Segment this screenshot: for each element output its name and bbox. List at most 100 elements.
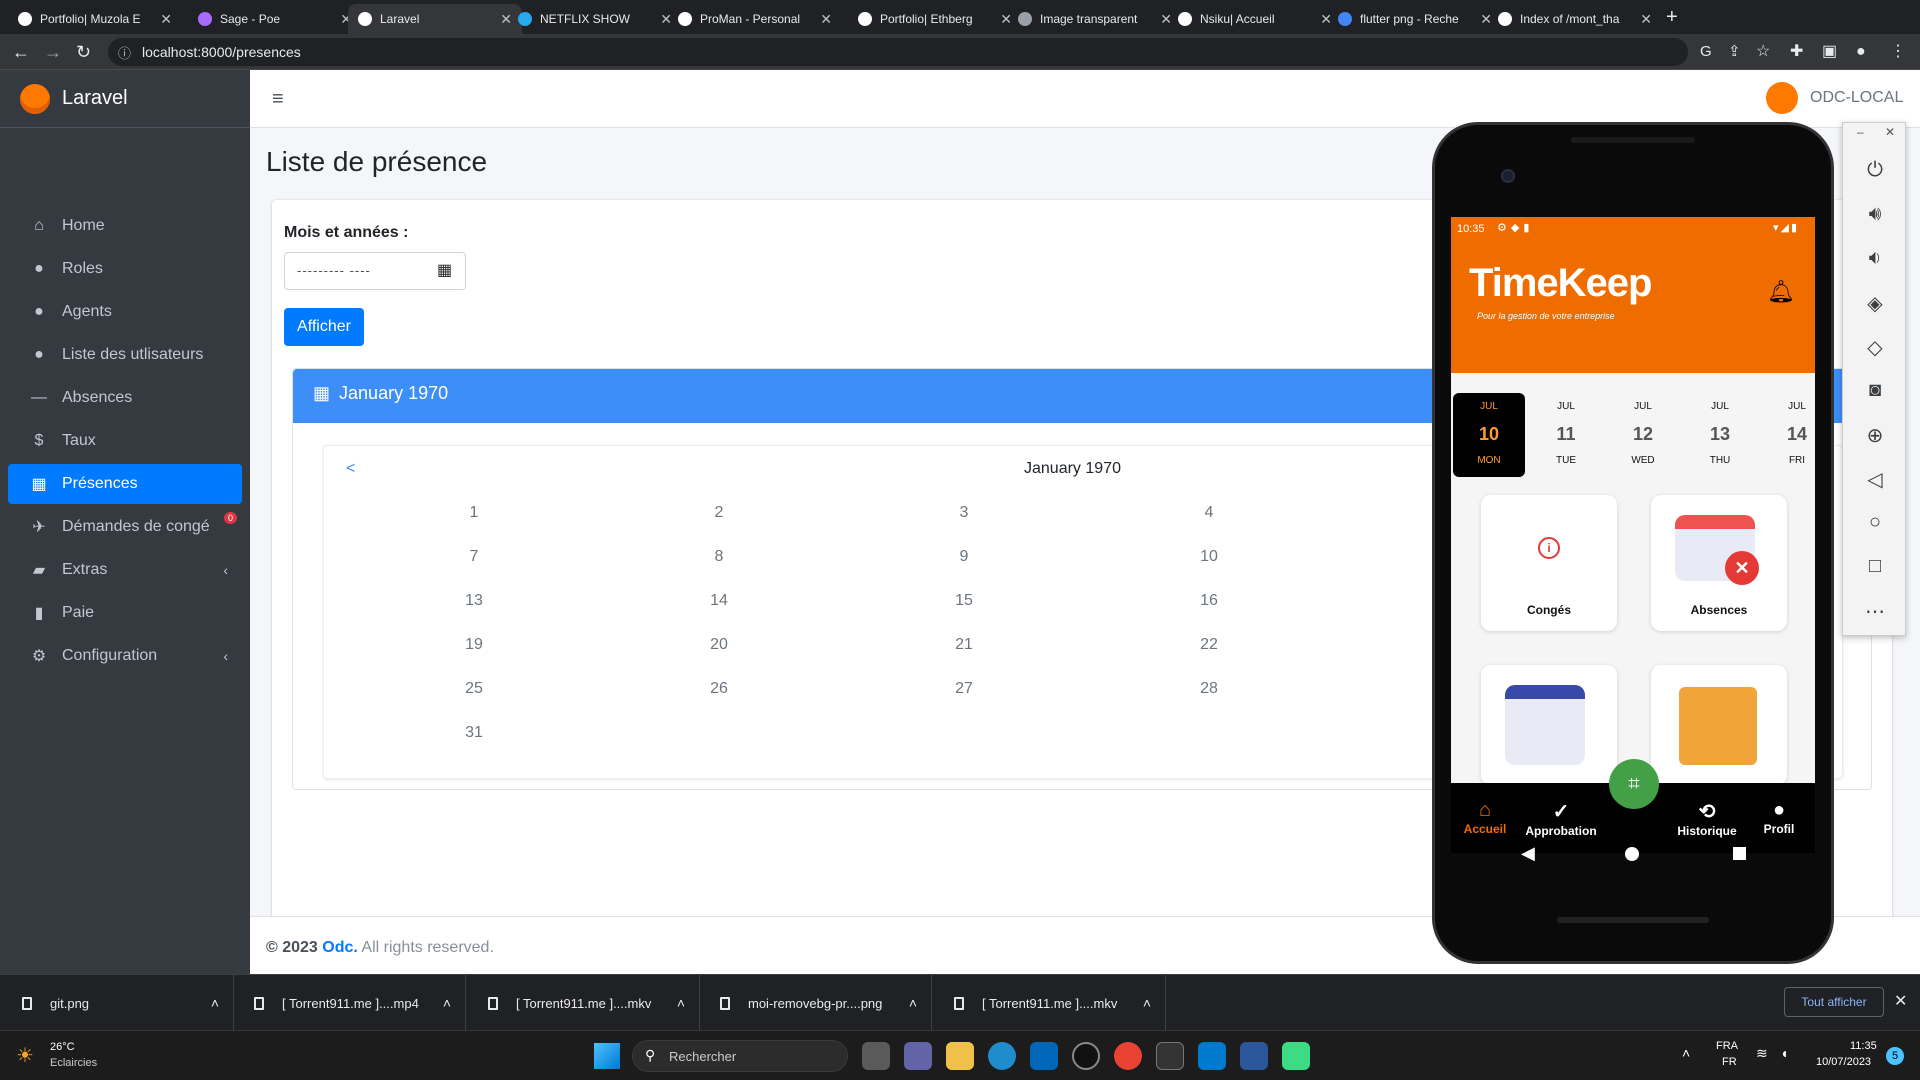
more-icon[interactable]: ⋯ (1843, 599, 1907, 624)
google-icon[interactable]: G (1700, 42, 1712, 62)
calendar-day[interactable]: 22 (1179, 636, 1239, 654)
browser-tab[interactable]: Nsiku| Accueil ✕ (1168, 4, 1342, 34)
browser-tab[interactable]: Index of /mont_tha ✕ (1488, 4, 1662, 34)
browser-tab[interactable]: Portfolio| Muzola E ✕ (8, 4, 182, 34)
teams-icon[interactable] (904, 1042, 932, 1070)
sidepanel-icon[interactable]: ▣ (1822, 42, 1837, 62)
android-back-icon[interactable]: ◀ (1521, 843, 1535, 864)
calendar-day[interactable]: 27 (934, 680, 994, 698)
new-tab-icon[interactable]: + (1666, 6, 1678, 29)
chevron-up-icon[interactable]: ˄ (211, 995, 219, 1011)
screenshot-icon[interactable]: ◙ (1843, 379, 1907, 402)
date-chip[interactable]: JUL 10 MON (1453, 393, 1525, 477)
calendar-day[interactable]: 31 (444, 724, 504, 742)
sidebar-item-absences[interactable]: — Absences (8, 378, 242, 418)
browser-tab[interactable]: Sage - Poe ✕ (188, 4, 362, 34)
volume-down-icon[interactable]: 🔉︎ (1843, 247, 1907, 270)
sidebar-item-configuration[interactable]: ⚙ Configuration ‹ (8, 636, 242, 676)
calendar-day[interactable]: 1 (444, 504, 504, 522)
chevron-up-icon[interactable]: ˄ (443, 995, 451, 1011)
date-chip[interactable]: JUL 13 THU (1684, 393, 1756, 477)
calendar-day[interactable]: 3 (934, 504, 994, 522)
calendar-day[interactable]: 4 (1179, 504, 1239, 522)
close-downloads-icon[interactable]: ✕ (1894, 991, 1907, 1011)
download-item[interactable]: [ Torrent911.me ]....mp4 ˄ (232, 975, 466, 1031)
brand-link[interactable]: Laravel (0, 70, 250, 128)
android-home-icon[interactable] (1625, 847, 1639, 861)
browser-tab[interactable]: Image transparent ✕ (1008, 4, 1182, 34)
nav-approbation[interactable]: ✓ Approbation (1521, 799, 1601, 838)
extensions-icon[interactable]: ✚ (1790, 42, 1803, 62)
dell-icon[interactable] (1072, 1042, 1100, 1070)
sidebar-item-liste-des-utlisateurs[interactable]: ● Liste des utlisateurs (8, 335, 242, 375)
notification-badge[interactable]: 5 (1886, 1047, 1904, 1065)
volume-icon[interactable]: ◖ (1780, 1045, 1788, 1061)
date-chip[interactable]: JUL 11 TUE (1530, 393, 1602, 477)
date-chip[interactable]: JUL 14 FRI (1761, 393, 1815, 477)
chevron-up-icon[interactable]: ˄ (909, 995, 917, 1011)
calendar-day[interactable]: 7 (444, 548, 504, 566)
android-studio-icon[interactable] (1282, 1042, 1310, 1070)
calendar-day[interactable]: 28 (1179, 680, 1239, 698)
calendar-day[interactable]: 15 (934, 592, 994, 610)
qr-scan-button[interactable]: ⌗ (1609, 759, 1659, 809)
rotate-left-icon[interactable]: ◈ (1843, 291, 1907, 316)
calendar-day[interactable]: 10 (1179, 548, 1239, 566)
chevron-up-icon[interactable]: ˄ (1143, 995, 1151, 1011)
show-all-downloads-button[interactable]: Tout afficher (1784, 987, 1884, 1017)
browser-tab[interactable]: flutter png - Reche ✕ (1328, 4, 1502, 34)
calendar-day[interactable]: 19 (444, 636, 504, 654)
back-icon[interactable]: ← (12, 42, 30, 62)
android-recents-icon[interactable] (1733, 847, 1746, 860)
volume-up-icon[interactable]: 🔊︎ (1843, 203, 1907, 226)
sidebar-item-agents[interactable]: ● Agents (8, 292, 242, 332)
download-item[interactable]: git.png ˄ (0, 975, 234, 1031)
sidebar-item-paie[interactable]: ▮ Paie (8, 593, 242, 633)
org-name[interactable]: ODC-LOCAL (1810, 89, 1903, 107)
rotate-right-icon[interactable]: ◇ (1843, 335, 1907, 360)
minimize-icon[interactable]: – (1857, 125, 1864, 139)
windows-start-icon[interactable] (594, 1043, 620, 1069)
conges-tile[interactable]: i Congés (1481, 495, 1617, 631)
menu-kebab-icon[interactable]: ⋮ (1890, 42, 1906, 62)
nav-profil[interactable]: ● Profil (1739, 799, 1815, 836)
submit-button[interactable]: Afficher (284, 308, 364, 346)
prev-month-button[interactable]: < (346, 460, 355, 478)
word-icon[interactable] (1240, 1042, 1268, 1070)
nav-accueil[interactable]: ⌂ Accueil (1451, 799, 1525, 836)
browser-tab[interactable]: NETFLIX SHOW ✕ (508, 4, 682, 34)
wifi-icon[interactable]: ≋ (1756, 1045, 1768, 1062)
documents-tile[interactable] (1651, 665, 1787, 785)
forward-icon[interactable]: → (44, 42, 62, 62)
bookmark-star-icon[interactable]: ☆ (1756, 42, 1770, 62)
profile-icon[interactable]: ● (1856, 42, 1866, 62)
store-icon[interactable] (1030, 1042, 1058, 1070)
hamburger-menu-icon[interactable]: ≡ (272, 88, 284, 111)
calendar-day[interactable]: 16 (1179, 592, 1239, 610)
overview-icon[interactable]: □ (1843, 555, 1907, 578)
sidebar-item-d-mandes-de-cong-[interactable]: ✈ Démandes de congé 0 (8, 507, 242, 547)
absences-tile[interactable]: ✕ Absences (1651, 495, 1787, 631)
download-item[interactable]: [ Torrent911.me ]....mkv ˄ (466, 975, 700, 1031)
zoom-icon[interactable]: ⊕ (1843, 423, 1907, 448)
calendar-picker-icon[interactable]: ▦ (437, 260, 452, 280)
browser-tab[interactable]: Portfolio| Ethberg ✕ (848, 4, 1022, 34)
footer-company-link[interactable]: Odc. (322, 939, 358, 956)
download-item[interactable]: moi-removebg-pr....png ˄ (698, 975, 932, 1031)
task-view-icon[interactable] (862, 1042, 890, 1070)
date-chip[interactable]: JUL 12 WED (1607, 393, 1679, 477)
calendar-day[interactable]: 9 (934, 548, 994, 566)
calendar-day[interactable]: 21 (934, 636, 994, 654)
tab-close-icon[interactable]: ✕ (160, 11, 172, 28)
edge-icon[interactable] (988, 1042, 1016, 1070)
close-icon[interactable]: ✕ (1885, 125, 1895, 139)
tray-chevron-icon[interactable]: ˄ (1682, 1045, 1690, 1061)
weather-temp[interactable]: 26°C (50, 1041, 75, 1053)
address-bar[interactable]: ⓘ localhost:8000/presences (108, 38, 1688, 66)
share-icon[interactable]: ⇪ (1728, 42, 1741, 62)
browser-tab[interactable]: Laravel ✕ (348, 4, 522, 34)
month-input[interactable]: --------- ---- ▦ (284, 252, 466, 290)
calendar-day[interactable]: 2 (689, 504, 749, 522)
calendar-day[interactable]: 14 (689, 592, 749, 610)
lang-code[interactable]: FRA (1716, 1040, 1738, 1052)
